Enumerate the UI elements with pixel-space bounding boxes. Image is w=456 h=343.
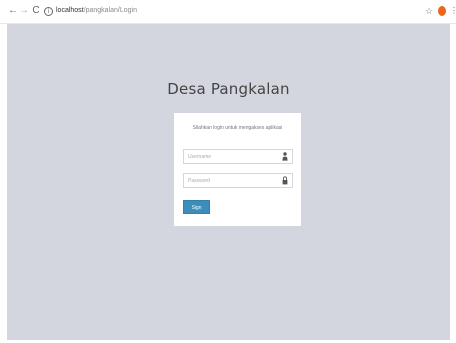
user-icon (282, 152, 288, 161)
back-icon[interactable]: ← (8, 5, 18, 17)
username-field[interactable] (183, 149, 293, 164)
browser-toolbar: ← → C i localhost/pangkalan/Login ☆ ⋮ (0, 0, 456, 24)
lock-icon (282, 176, 288, 185)
password-input[interactable] (184, 174, 283, 187)
info-icon[interactable]: i (44, 7, 53, 16)
star-icon[interactable]: ☆ (425, 5, 433, 17)
login-box: Silahkan login untuk mengakses aplikasi … (174, 113, 301, 226)
page-title: Desa Pangkalan (167, 80, 290, 98)
sign-in-button[interactable]: Sign In (183, 200, 210, 223)
menu-icon[interactable]: ⋮ (450, 5, 456, 17)
username-input[interactable] (184, 150, 283, 163)
address-bar[interactable]: localhost/pangkalan/Login (56, 6, 137, 16)
password-field[interactable] (183, 173, 293, 188)
forward-icon[interactable]: → (19, 5, 29, 17)
url-host: localhost (56, 7, 84, 14)
login-message: Silahkan login untuk mengakses aplikasi (192, 125, 283, 131)
profile-avatar[interactable] (438, 6, 446, 16)
reload-icon[interactable]: C (31, 5, 41, 17)
url-path: /pangkalan/Login (83, 7, 137, 14)
login-page: Desa Pangkalan Silahkan login untuk meng… (7, 24, 450, 340)
